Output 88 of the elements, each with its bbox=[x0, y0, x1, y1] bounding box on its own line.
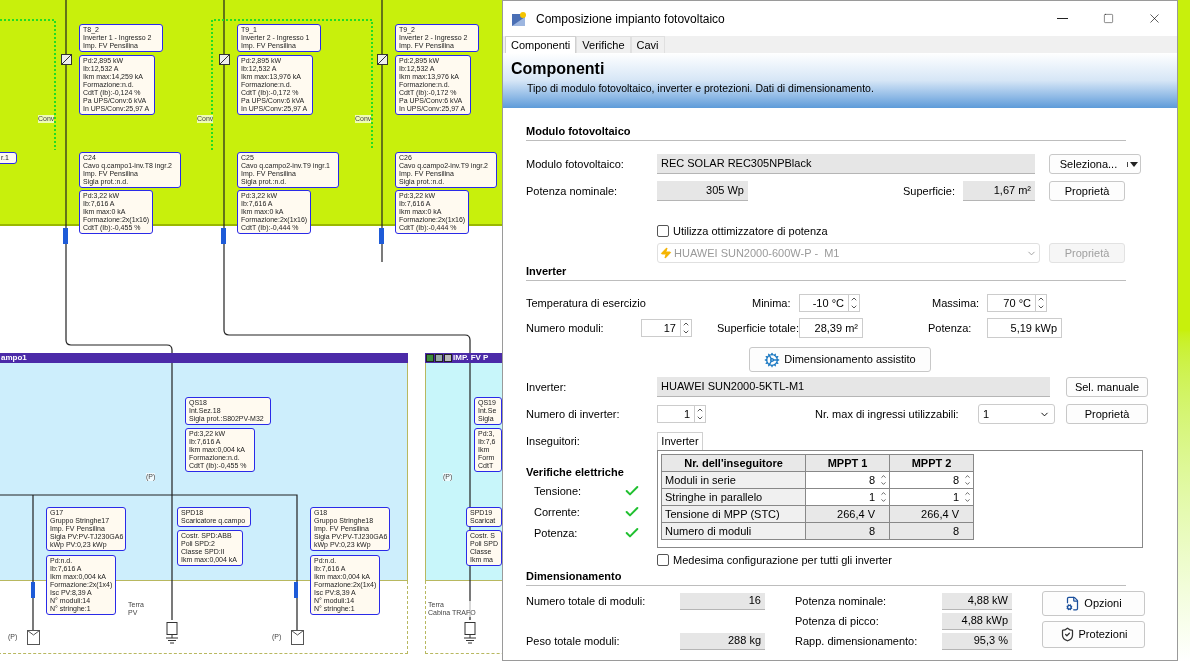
field-label: Massima: bbox=[932, 295, 981, 311]
field-label: Rapp. dimensionamento: bbox=[795, 633, 919, 649]
dropdown-arrow-icon bbox=[1130, 161, 1138, 167]
panel-header: IMP. FV P bbox=[453, 353, 489, 363]
row-header: Tensione di MPP (STC) bbox=[662, 506, 806, 523]
column-header: MPPT 1 bbox=[806, 455, 890, 472]
window-title: Composizione impianto fotovoltaico bbox=[536, 10, 725, 28]
spin-field[interactable]: 70 °C bbox=[987, 294, 1047, 312]
check-label: Potenza: bbox=[534, 525, 579, 541]
gears-icon bbox=[764, 351, 781, 368]
checkbox[interactable]: Utilizza ottimizzatore di potenza bbox=[657, 222, 828, 240]
manual-select-button[interactable]: Sel. manuale bbox=[1066, 377, 1148, 397]
properties-button[interactable]: Proprietà bbox=[1049, 181, 1125, 201]
panel-header: ampo1 bbox=[0, 353, 408, 363]
field-label: Inseguitori: bbox=[526, 433, 581, 449]
value-field: 28,39 m² bbox=[799, 318, 863, 338]
value-field: 305 Wp bbox=[657, 181, 748, 201]
field-label: Potenza di picco: bbox=[795, 613, 880, 629]
column-header: Nr. dell'inseguitore bbox=[662, 455, 806, 472]
spin-cell[interactable]: 1 bbox=[806, 489, 890, 506]
tab[interactable]: Componenti bbox=[505, 36, 577, 53]
options-button[interactable]: Opzioni bbox=[1042, 591, 1145, 616]
field-label: Peso totale moduli: bbox=[526, 633, 621, 649]
row-header: Moduli in serie bbox=[662, 472, 806, 489]
properties-button[interactable]: Proprietà bbox=[1066, 404, 1148, 424]
ground-icon bbox=[464, 622, 477, 644]
field-label: Superficie: bbox=[903, 183, 956, 199]
field-label: Minima: bbox=[752, 295, 792, 311]
maximize-icon bbox=[1102, 13, 1114, 24]
field-label: Numero di inverter: bbox=[526, 406, 621, 422]
spin-cell[interactable]: 1 bbox=[890, 489, 974, 506]
column-header: MPPT 2 bbox=[890, 455, 974, 472]
tab[interactable]: Verifiche bbox=[576, 36, 631, 53]
options-icon bbox=[1065, 596, 1081, 611]
field-label: Potenza nominale: bbox=[795, 593, 888, 609]
section-heading: Modulo fotovoltaico bbox=[526, 123, 1126, 141]
assisted-sizing-button[interactable]: Dimensionamento assistito bbox=[749, 347, 931, 372]
inverter-icon bbox=[377, 54, 388, 65]
field-label: Numero totale di moduli: bbox=[526, 593, 647, 609]
inputs-dropdown[interactable]: 1 bbox=[978, 404, 1055, 424]
check-label: Corrente: bbox=[534, 504, 581, 520]
collapse-icon[interactable] bbox=[426, 354, 434, 362]
spin-cell[interactable]: 8 bbox=[806, 472, 890, 489]
ground-icon bbox=[166, 622, 179, 644]
field-label: Temperatura di esercizio bbox=[526, 295, 647, 311]
page-subtitle: Tipo di modulo fotovoltaico, inverter e protezioni. Dati di dimensionamento. bbox=[527, 81, 875, 95]
tab[interactable]: Cavi bbox=[630, 36, 665, 53]
protections-button[interactable]: Protezioni bbox=[1042, 621, 1145, 648]
field-label: Nr. max di ingressi utilizzabili: bbox=[815, 406, 960, 422]
spin-field[interactable]: -10 °C bbox=[799, 294, 860, 312]
table-cell: 266,4 V bbox=[890, 506, 974, 523]
field-label: Inverter: bbox=[526, 379, 568, 395]
spin-cell[interactable]: 8 bbox=[890, 472, 974, 489]
table-cell: 266,4 V bbox=[806, 506, 890, 523]
app-icon bbox=[511, 10, 527, 27]
inverter-icon bbox=[219, 54, 230, 65]
spin-field[interactable]: 17 bbox=[641, 319, 692, 337]
select-button[interactable]: Seleziona... bbox=[1049, 154, 1141, 174]
row-header: Numero di moduli bbox=[662, 523, 806, 540]
table-cell: 8 bbox=[890, 523, 974, 540]
section-heading: Verifiche elettriche bbox=[526, 465, 625, 480]
checkbox[interactable]: Medesima configurazione per tutti gli inverter bbox=[657, 551, 892, 569]
value-field: 95,3 % bbox=[942, 632, 1012, 650]
check-label: Tensione: bbox=[534, 483, 583, 499]
field-label: Modulo fotovoltaico: bbox=[526, 156, 625, 172]
section-heading: Dimensionamento bbox=[526, 568, 1126, 586]
inverter-icon bbox=[61, 54, 72, 65]
value-field: 5,19 kWp bbox=[987, 318, 1062, 338]
value-field: 1,67 m² bbox=[963, 181, 1035, 201]
value-field: 16 bbox=[680, 592, 765, 610]
field-label: Superficie totale: bbox=[717, 320, 799, 336]
row-header: Stringhe in parallelo bbox=[662, 489, 806, 506]
inverter-field: HUAWEI SUN2000-5KTL-M1 bbox=[657, 377, 1050, 397]
value-field: 4,88 kWp bbox=[942, 612, 1012, 630]
page-title: Componenti bbox=[511, 59, 606, 79]
table-cell: 8 bbox=[806, 523, 890, 540]
minimize-icon bbox=[1056, 18, 1068, 19]
section-heading: Inverter bbox=[526, 263, 1126, 281]
module-field: REC SOLAR REC305NPBlack bbox=[657, 154, 1035, 174]
tab[interactable]: Inverter bbox=[657, 432, 703, 450]
value-field: 4,88 kW bbox=[942, 592, 1012, 610]
field-label: Numero moduli: bbox=[526, 320, 605, 336]
field-label: Potenza nominale: bbox=[526, 183, 619, 199]
lightning-icon bbox=[660, 247, 672, 259]
protection-icon bbox=[1059, 627, 1075, 642]
spin-field[interactable]: 1 bbox=[657, 405, 706, 423]
value-field: 288 kg bbox=[680, 632, 765, 650]
field-label: Potenza: bbox=[928, 320, 973, 336]
